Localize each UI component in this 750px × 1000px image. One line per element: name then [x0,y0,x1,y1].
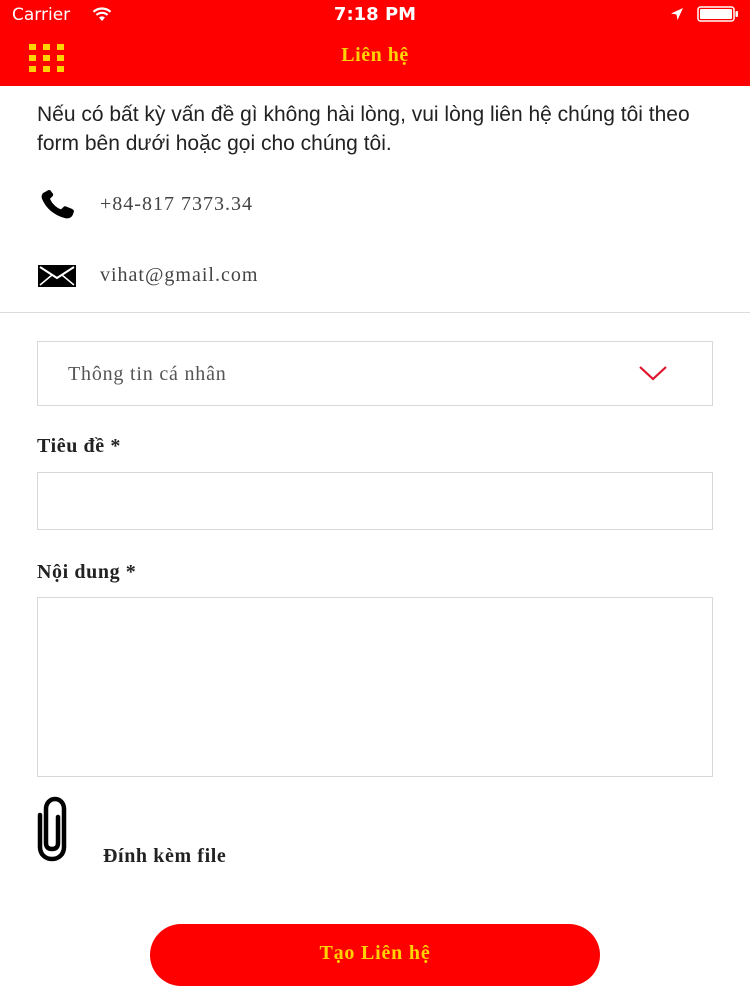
create-contact-button[interactable]: Tạo Liên hệ [150,924,600,986]
phone-number[interactable]: +84-817 7373.34 [100,193,253,216]
envelope-icon [38,265,76,287]
status-bar: Carrier 7:18 PM [0,0,750,30]
create-contact-button-label: Tạo Liên hệ [319,942,431,964]
subject-input[interactable] [37,472,713,530]
content-label: Nội dung * [37,561,137,583]
email-address[interactable]: vihat@gmail.com [100,264,258,287]
category-selected-value: Thông tin cá nhân [68,363,227,385]
battery-icon [697,6,738,22]
intro-text: Nếu có bất kỳ vấn đề gì không hài lòng, … [37,103,690,155]
paperclip-icon[interactable] [26,795,78,863]
content-textarea[interactable] [37,597,713,777]
status-time: 7:18 PM [333,4,417,25]
attach-file-label[interactable]: Đính kèm file [103,845,226,868]
location-arrow-icon [671,8,683,20]
phone-icon [41,190,74,219]
app-header: Carrier 7:18 PM Liên hệ [0,0,750,86]
subject-label: Tiêu đề * [37,435,121,457]
divider [0,312,750,313]
page-title: Liên hệ [341,44,409,66]
chevron-down-icon [639,366,667,381]
category-dropdown[interactable]: Thông tin cá nhân [37,341,713,406]
